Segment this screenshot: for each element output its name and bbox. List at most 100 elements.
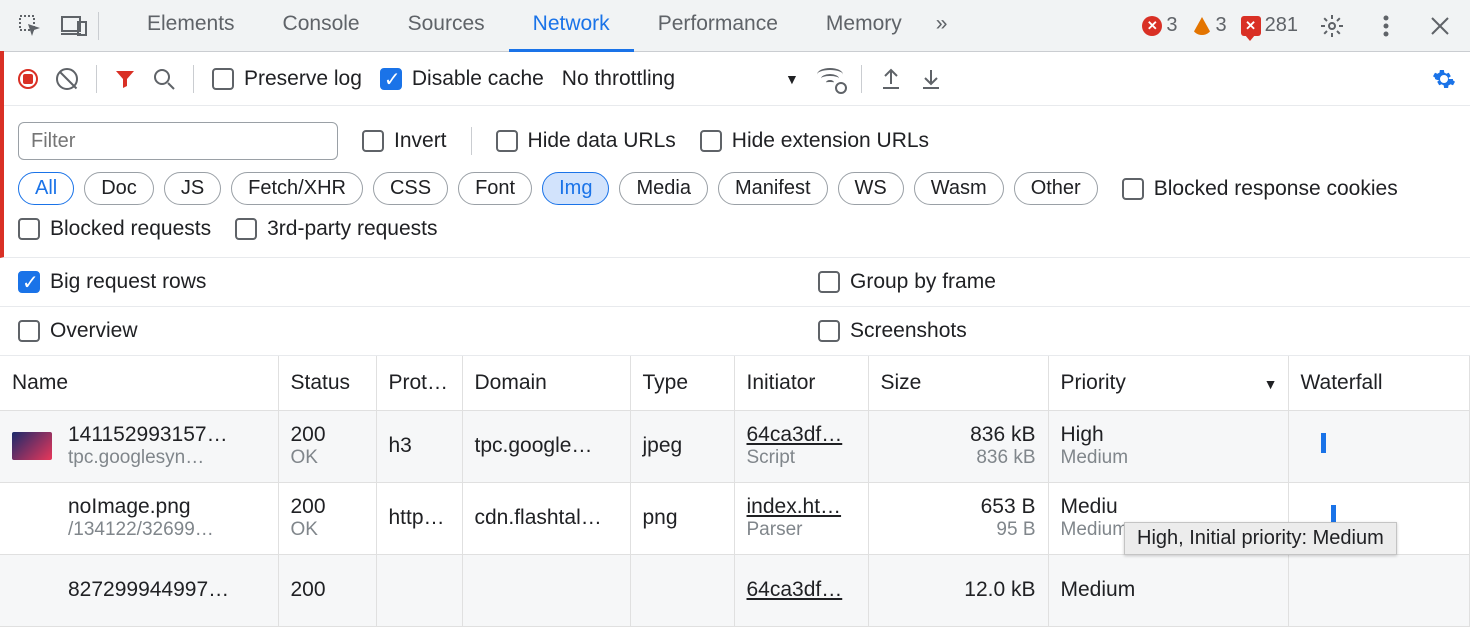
warning-count[interactable]: 3 xyxy=(1192,14,1227,37)
pill-wasm[interactable]: Wasm xyxy=(914,172,1004,205)
tab-elements[interactable]: Elements xyxy=(123,0,259,52)
upload-har-icon[interactable] xyxy=(880,68,902,90)
pill-doc[interactable]: Doc xyxy=(84,172,154,205)
table-row[interactable]: 141152993157…tpc.googlesyn… 200OK h3 tpc… xyxy=(0,410,1470,482)
preserve-log-input[interactable] xyxy=(212,68,234,90)
divider xyxy=(861,65,862,93)
cell-waterfall xyxy=(1288,410,1470,482)
group-frame-checkbox[interactable]: Group by frame xyxy=(818,270,1452,294)
col-waterfall[interactable]: Waterfall xyxy=(1288,356,1470,410)
hide-dataurls-input[interactable] xyxy=(496,130,518,152)
cell-initiator-sub: Script xyxy=(747,447,856,469)
hide-dataurls-checkbox[interactable]: Hide data URLs xyxy=(496,129,676,153)
filter-input[interactable] xyxy=(18,122,338,160)
cell-size: 836 kB xyxy=(970,423,1035,446)
blocked-requests-label: Blocked requests xyxy=(50,217,211,241)
cell-name: 141152993157… xyxy=(68,423,228,446)
pill-manifest[interactable]: Manifest xyxy=(718,172,828,205)
pill-js[interactable]: JS xyxy=(164,172,221,205)
pill-other[interactable]: Other xyxy=(1014,172,1098,205)
tab-memory[interactable]: Memory xyxy=(802,0,926,52)
tab-network[interactable]: Network xyxy=(509,0,634,52)
table-row[interactable]: noImage.png/134122/32699… 200OK http… cd… xyxy=(0,482,1470,554)
tab-sources[interactable]: Sources xyxy=(384,0,509,52)
cell-initiator[interactable]: index.ht… xyxy=(747,495,842,518)
hide-exturls-checkbox[interactable]: Hide extension URLs xyxy=(700,129,929,153)
col-priority[interactable]: Priority▼ xyxy=(1048,356,1288,410)
col-type[interactable]: Type xyxy=(630,356,734,410)
filter-section: Invert Hide data URLs Hide extension URL… xyxy=(0,106,1470,258)
blocked-cookies-input[interactable] xyxy=(1122,178,1144,200)
preserve-log-checkbox[interactable]: Preserve log xyxy=(212,67,362,91)
pill-ws[interactable]: WS xyxy=(838,172,904,205)
pill-all[interactable]: All xyxy=(18,172,74,205)
blocked-cookies-checkbox[interactable]: Blocked response cookies xyxy=(1122,177,1398,201)
third-party-input[interactable] xyxy=(235,218,257,240)
third-party-label: 3rd-party requests xyxy=(267,217,437,241)
col-name[interactable]: Name xyxy=(0,356,278,410)
col-initiator[interactable]: Initiator xyxy=(734,356,868,410)
invert-input[interactable] xyxy=(362,130,384,152)
network-toolbar: Preserve log Disable cache No throttling… xyxy=(0,52,1470,106)
cell-size: 12.0 kB xyxy=(964,578,1035,601)
group-frame-input[interactable] xyxy=(818,271,840,293)
inspect-icon[interactable] xyxy=(10,6,50,46)
col-protocol[interactable]: Prot… xyxy=(376,356,462,410)
close-icon[interactable] xyxy=(1420,6,1460,46)
pill-font[interactable]: Font xyxy=(458,172,532,205)
cell-status-sub: OK xyxy=(291,447,364,469)
pill-media[interactable]: Media xyxy=(619,172,707,205)
disable-cache-label: Disable cache xyxy=(412,67,544,91)
device-toolbar-icon[interactable] xyxy=(54,6,94,46)
invert-checkbox[interactable]: Invert xyxy=(362,129,447,153)
disable-cache-input[interactable] xyxy=(380,68,402,90)
overview-checkbox[interactable]: Overview xyxy=(18,319,758,343)
screenshots-checkbox[interactable]: Screenshots xyxy=(818,319,1452,343)
network-settings-icon[interactable] xyxy=(1432,67,1456,91)
kebab-menu-icon[interactable] xyxy=(1366,6,1406,46)
pill-fetchxhr[interactable]: Fetch/XHR xyxy=(231,172,363,205)
type-filter-pills: All Doc JS Fetch/XHR CSS Font Img Media … xyxy=(18,172,1098,205)
cell-protocol: h3 xyxy=(376,410,462,482)
third-party-checkbox[interactable]: 3rd-party requests xyxy=(235,217,437,241)
overview-input[interactable] xyxy=(18,320,40,342)
blocked-requests-checkbox[interactable]: Blocked requests xyxy=(18,217,211,241)
pill-css[interactable]: CSS xyxy=(373,172,448,205)
blocked-requests-input[interactable] xyxy=(18,218,40,240)
download-har-icon[interactable] xyxy=(920,68,942,90)
big-rows-label: Big request rows xyxy=(50,270,206,294)
more-tabs-icon[interactable]: » xyxy=(926,0,958,52)
message-count-value: 281 xyxy=(1265,14,1298,37)
cell-priority: Medium xyxy=(1061,578,1136,601)
record-button[interactable] xyxy=(18,69,38,89)
table-row[interactable]: 827299944997… 200 64ca3df… 12.0 kB Mediu… xyxy=(0,554,1470,626)
settings-icon[interactable] xyxy=(1312,6,1352,46)
col-status[interactable]: Status xyxy=(278,356,376,410)
cell-domain: cdn.flashtal… xyxy=(462,482,630,554)
tab-console[interactable]: Console xyxy=(259,0,384,52)
pill-img[interactable]: Img xyxy=(542,172,609,205)
cell-initiator[interactable]: 64ca3df… xyxy=(747,578,843,601)
cell-initiator[interactable]: 64ca3df… xyxy=(747,423,843,446)
throttling-select[interactable]: No throttling ▼ xyxy=(562,67,799,91)
error-count[interactable]: ✕ 3 xyxy=(1142,14,1177,37)
network-conditions-icon[interactable] xyxy=(817,68,843,90)
filter-icon[interactable] xyxy=(115,69,135,89)
screenshots-input[interactable] xyxy=(818,320,840,342)
devtools-tabbar: Elements Console Sources Network Perform… xyxy=(0,0,1470,52)
big-rows-checkbox[interactable]: Big request rows xyxy=(18,270,758,294)
cell-waterfall xyxy=(1288,554,1470,626)
search-icon[interactable] xyxy=(153,68,175,90)
message-count[interactable]: ✕ 281 xyxy=(1241,14,1298,37)
cell-size-sub: 95 B xyxy=(881,519,1036,541)
hide-exturls-input[interactable] xyxy=(700,130,722,152)
invert-label: Invert xyxy=(394,129,447,153)
group-frame-label: Group by frame xyxy=(850,270,996,294)
tab-performance[interactable]: Performance xyxy=(634,0,802,52)
divider xyxy=(98,12,99,40)
col-domain[interactable]: Domain xyxy=(462,356,630,410)
big-rows-input[interactable] xyxy=(18,271,40,293)
col-size[interactable]: Size xyxy=(868,356,1048,410)
disable-cache-checkbox[interactable]: Disable cache xyxy=(380,67,544,91)
clear-button[interactable] xyxy=(56,68,78,90)
